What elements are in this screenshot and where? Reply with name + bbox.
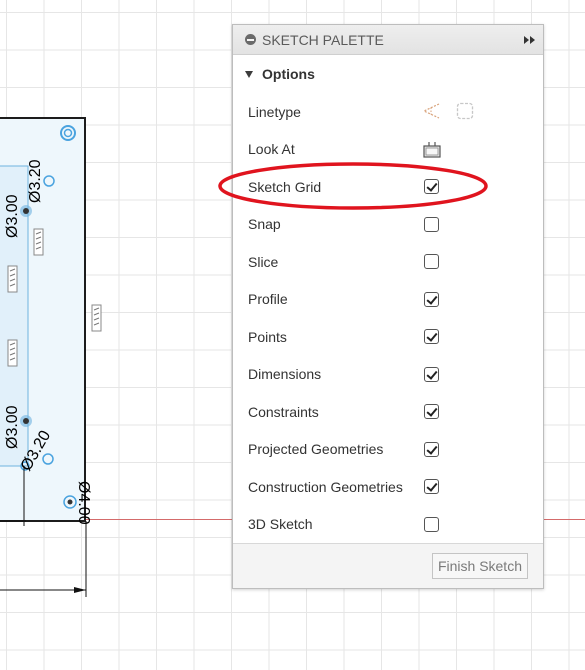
linetype-construction-icon[interactable] <box>421 101 441 121</box>
option-label: Points <box>248 328 287 345</box>
sketch-palette: SKETCH PALETTE Options Linetype Look At <box>232 24 544 589</box>
expand-arrows-icon[interactable] <box>523 34 537 46</box>
options-header[interactable]: Options <box>233 55 543 93</box>
option-row-3d-sketch: 3D Sketch <box>233 506 543 544</box>
projected-geometries-checkbox[interactable] <box>424 441 439 457</box>
sketch-point-center <box>67 499 73 505</box>
option-row-dimensions: Dimensions <box>233 356 543 394</box>
dimension-label[interactable]: Ø3.20 <box>27 159 44 203</box>
option-row-snap: Snap <box>233 206 543 244</box>
linetype-centerline-icon[interactable] <box>455 101 475 121</box>
points-checkbox[interactable] <box>424 329 439 344</box>
constraint-glyph[interactable] <box>33 228 44 256</box>
sketch-grid-checkbox[interactable] <box>424 179 439 194</box>
constraints-checkbox[interactable] <box>424 404 439 419</box>
constraint-glyph[interactable] <box>7 265 18 293</box>
look-at-icon[interactable] <box>422 140 442 160</box>
constraint-glyph[interactable] <box>91 304 102 332</box>
sketch-point[interactable] <box>23 208 29 214</box>
snap-checkbox[interactable] <box>424 216 439 232</box>
option-label: Sketch Grid <box>248 178 322 195</box>
dimension-arrow <box>74 587 86 593</box>
option-row-projected-geometries: Projected Geometries <box>233 431 543 469</box>
3d-sketch-checkbox[interactable] <box>424 516 439 532</box>
dimension-label[interactable]: Ø4.00 <box>75 481 92 525</box>
dimension-label[interactable]: Ø3.00 <box>4 194 21 238</box>
option-label: Dimensions <box>248 366 322 383</box>
option-row-look-at: Look At <box>233 131 543 169</box>
option-row-sketch-grid: Sketch Grid <box>233 168 543 206</box>
option-row-profile: Profile <box>233 281 543 319</box>
option-row-linetype: Linetype <box>233 93 543 131</box>
minus-circle-icon[interactable] <box>245 34 256 45</box>
profile-checkbox[interactable] <box>424 291 439 307</box>
option-label: Profile <box>248 291 288 308</box>
palette-footer: Finish Sketch <box>233 544 543 588</box>
option-label: Constraints <box>248 403 319 420</box>
constraint-glyph[interactable] <box>7 339 18 367</box>
finish-sketch-button[interactable]: Finish Sketch <box>431 553 528 579</box>
option-row-slice: Slice <box>233 243 543 281</box>
option-row-constraints: Constraints <box>233 393 543 431</box>
caret-down-icon[interactable] <box>245 71 253 78</box>
option-label: Snap <box>248 216 281 233</box>
palette-title: SKETCH PALETTE <box>262 31 384 48</box>
dimensions-checkbox[interactable] <box>424 366 439 382</box>
option-label: Linetype <box>248 103 301 120</box>
options-section: Options Linetype Look At Sketch Grid Sna… <box>233 55 543 544</box>
option-label: Slice <box>248 253 279 270</box>
option-label: Projected Geometries <box>248 441 384 458</box>
construction-geometries-checkbox[interactable] <box>424 479 439 494</box>
option-label: Look At <box>248 141 295 158</box>
slice-checkbox[interactable] <box>424 254 439 269</box>
option-label: Construction Geometries <box>248 478 403 495</box>
dimension-label[interactable]: Ø3.00 <box>4 405 21 449</box>
option-row-construction-geometries: Construction Geometries <box>233 468 543 506</box>
options-title: Options <box>262 66 315 82</box>
option-label: 3D Sketch <box>248 516 313 533</box>
palette-header[interactable]: SKETCH PALETTE <box>233 25 543 55</box>
option-row-points: Points <box>233 318 543 356</box>
sketch-point[interactable] <box>23 418 29 424</box>
